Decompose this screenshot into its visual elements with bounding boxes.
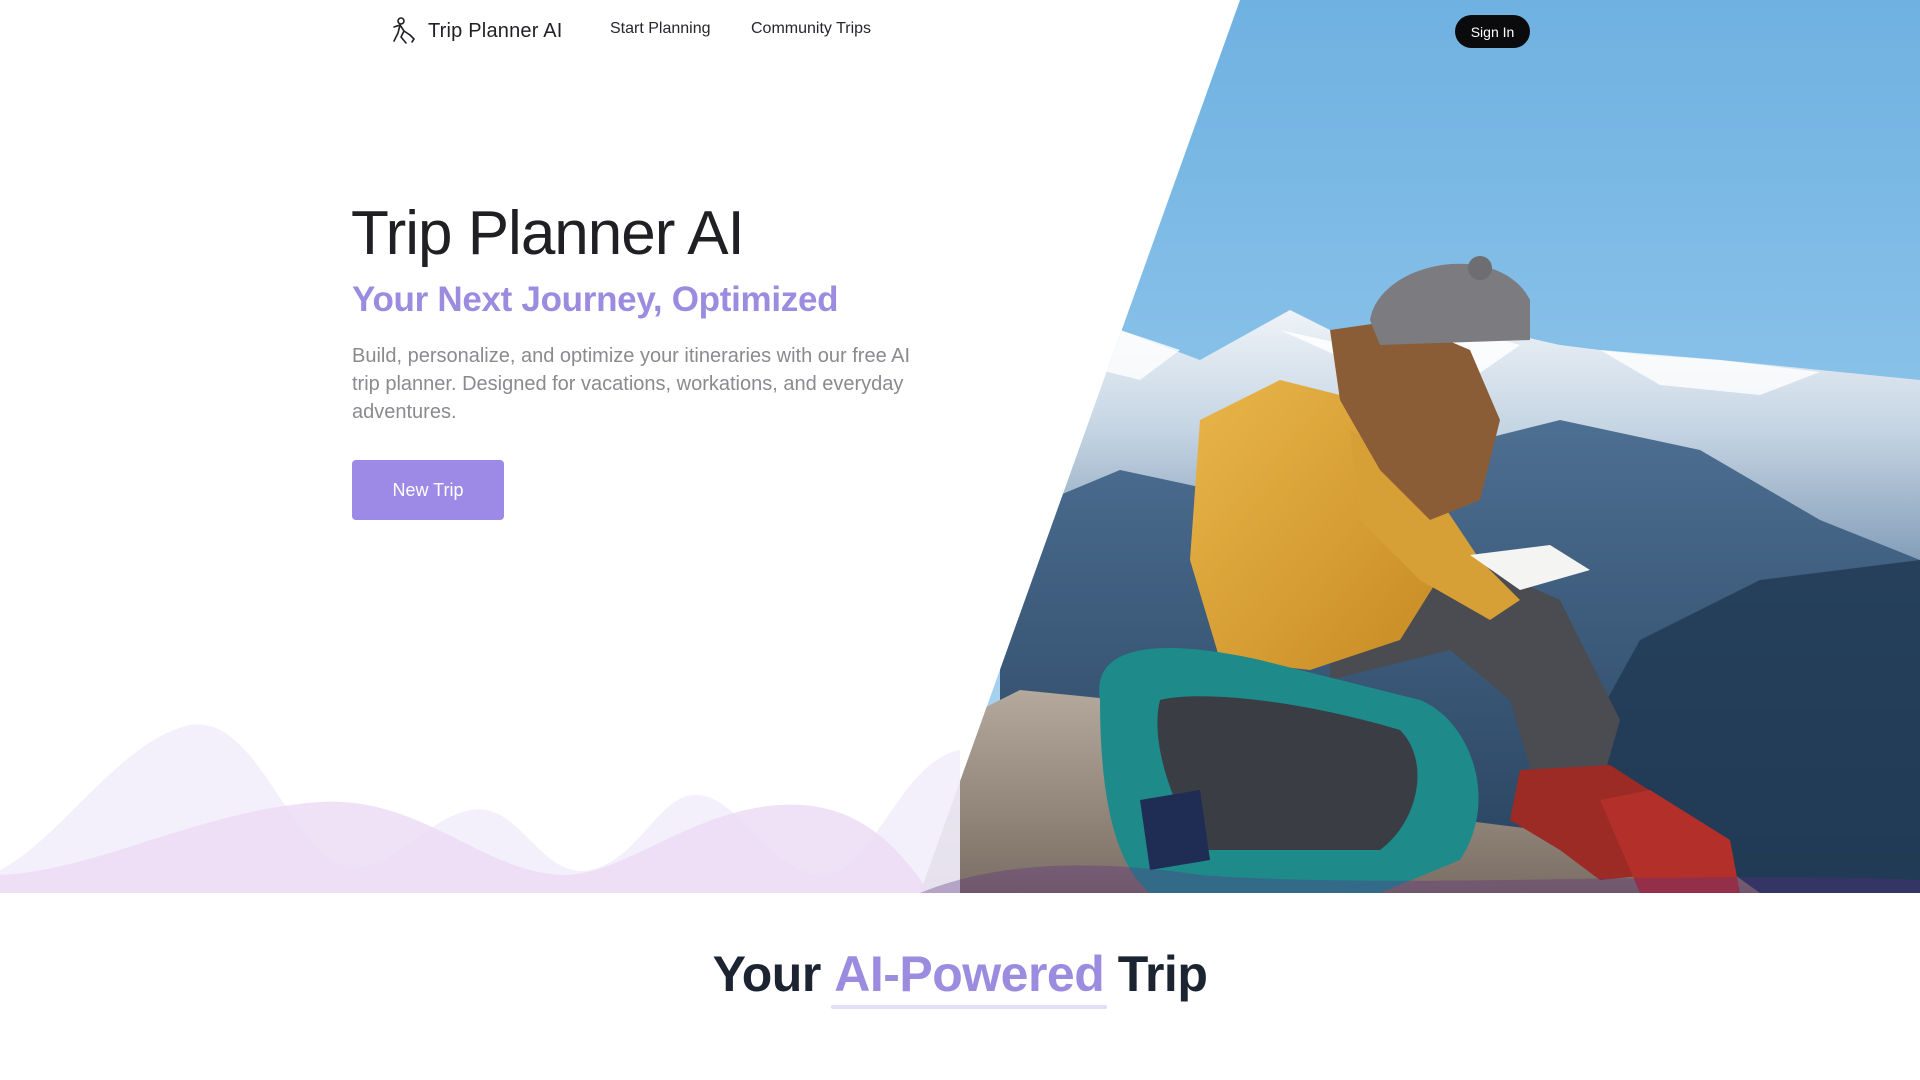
top-navigation: Trip Planner AI Start Planning Community… (0, 0, 1920, 62)
brand-name: Trip Planner AI (428, 19, 563, 42)
sign-in-button[interactable]: Sign In (1455, 15, 1530, 48)
section-heading-accent-text: AI-Powered (834, 946, 1105, 1002)
walking-person-icon (393, 17, 416, 44)
hero-description: Build, personalize, and optimize your it… (352, 345, 911, 423)
section-heading-post: Trip (1117, 946, 1208, 1002)
decorative-waves (0, 700, 1920, 893)
accent-underline (831, 1005, 1108, 1009)
section-heading-accent: AI-Powered (831, 945, 1108, 1009)
hero-section: Trip Planner AI Start Planning Community… (0, 0, 1920, 893)
hero-subtitle: Your Next Journey, Optimized (352, 280, 839, 319)
section-heading: Your AI-Powered Trip (0, 945, 1920, 1009)
hero-title: Trip Planner AI (351, 199, 745, 268)
new-trip-button[interactable]: New Trip (352, 460, 504, 520)
section-heading-pre: Your (712, 946, 822, 1002)
nav-link-community-trips[interactable]: Community Trips (751, 20, 871, 38)
nav-link-start-planning[interactable]: Start Planning (610, 20, 711, 38)
brand-logo-link[interactable]: Trip Planner AI (388, 15, 563, 47)
